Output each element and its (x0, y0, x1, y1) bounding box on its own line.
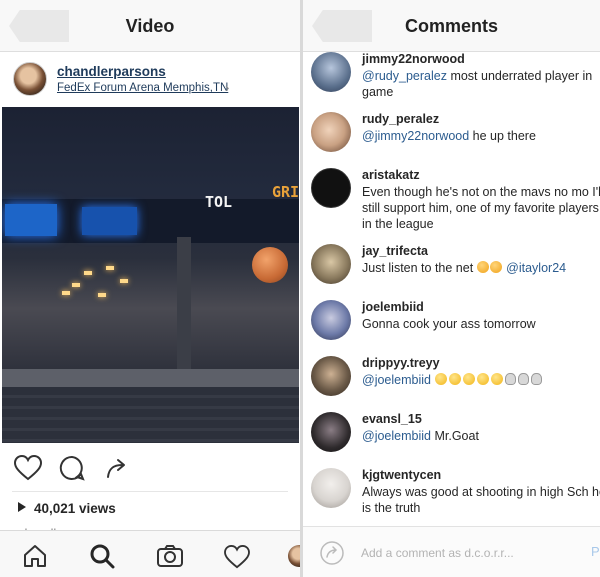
activity-heart-icon[interactable] (224, 545, 250, 569)
skull-emoji-icon (518, 373, 530, 385)
comment-item: joelembiid Gonna cook your ass tomorrow (303, 294, 600, 350)
nav-bar: Video (0, 0, 300, 52)
nav-bar: Comments (303, 0, 600, 52)
view-count: 40,021 views (18, 501, 116, 516)
basketball (252, 247, 288, 283)
post-actions (0, 448, 300, 488)
comment-item: drippyy.treyy @joelembiid (303, 350, 600, 406)
post-button[interactable]: P (591, 544, 600, 559)
mention-link[interactable]: @rudy_peralez (362, 69, 447, 83)
tab-bar (0, 530, 300, 577)
laughing-emoji-icon (463, 373, 476, 385)
camera-icon[interactable] (156, 544, 184, 568)
avatar[interactable] (311, 300, 351, 340)
comment-username[interactable]: drippyy.treyy (362, 356, 440, 370)
comment-item: jay_trifecta Just listen to the net @ita… (303, 238, 600, 294)
home-icon[interactable] (22, 544, 48, 568)
avatar[interactable] (13, 62, 47, 96)
laughing-emoji-icon (449, 373, 462, 385)
post-username[interactable]: chandlerparsons (57, 64, 166, 79)
chevron-right-icon: › (225, 80, 230, 95)
avatar[interactable] (311, 52, 351, 92)
comment-item: jimmy22norwood @rudy_peralez most underr… (303, 52, 600, 102)
comment-input[interactable]: Add a comment as d.c.o.r.r... (361, 546, 514, 560)
play-icon (18, 502, 26, 512)
comment-username[interactable]: rudy_peralez (362, 112, 439, 126)
mention-link[interactable]: @joelembiid (362, 373, 431, 387)
comment-icon[interactable] (59, 455, 85, 481)
share-icon[interactable] (106, 457, 128, 479)
video-player[interactable]: TOL GRI (2, 107, 299, 443)
comment-username[interactable]: joelembiid (362, 300, 424, 314)
comment-text: Even though he's not on the mavs no mo I… (362, 185, 600, 231)
comment-username[interactable]: jay_trifecta (362, 244, 428, 258)
comment-username[interactable]: aristakatz (362, 168, 420, 182)
scoreboard-screen (82, 207, 137, 235)
scoreboard-screen (5, 204, 57, 236)
comments-screen: Comments jimmy22norwood @rudy_peralez mo… (303, 0, 600, 577)
comment-username[interactable]: jimmy22norwood (362, 52, 465, 66)
heart-eyes-emoji-icon (489, 261, 502, 273)
comment-text: Gonna cook your ass tomorrow (362, 317, 536, 331)
screen-title: Video (125, 16, 175, 36)
scoreboard-text: GRI (272, 183, 299, 201)
avatar[interactable] (311, 356, 351, 396)
screen-title: Comments (404, 16, 498, 36)
search-icon[interactable] (89, 543, 115, 569)
comment-text: @rudy_peralez most underrated player in … (362, 69, 593, 99)
avatar[interactable] (311, 168, 351, 208)
avatar[interactable] (311, 412, 351, 452)
comment-text: @jimmy22norwood he up there (362, 129, 536, 143)
heart-icon[interactable] (14, 455, 42, 481)
avatar[interactable] (311, 244, 351, 284)
profile-avatar[interactable] (288, 545, 300, 567)
video-post-screen: Video chandlerparsons FedEx Forum Arena … (0, 0, 300, 577)
post-location[interactable]: FedEx Forum Arena Memphis,TN (57, 82, 228, 94)
comment-text: Always was good at shooting in high Sch … (362, 485, 600, 515)
comment-item: rudy_peralez @jimmy22norwood he up there (303, 106, 600, 162)
avatar[interactable] (311, 468, 351, 508)
comment-item: aristakatz Even though he's not on the m… (303, 162, 600, 232)
mention-link[interactable]: @jimmy22norwood (362, 129, 469, 143)
comment-item: kjgtwentycen Always was good at shooting… (303, 462, 600, 526)
comment-text: @joelembiid (362, 372, 600, 388)
skull-emoji-icon (531, 373, 543, 385)
laughing-emoji-icon (491, 373, 504, 385)
heart-eyes-emoji-icon (476, 261, 489, 273)
mention-link[interactable]: @joelembiid (362, 429, 431, 443)
post-header: chandlerparsons FedEx Forum Arena Memphi… (0, 53, 300, 105)
comment-text: Just listen to the net @itaylor24 (362, 261, 567, 275)
comment-text: @joelembiid Mr.Goat (362, 429, 479, 443)
comment-username[interactable]: evansl_15 (362, 412, 422, 426)
comment-input-bar: Add a comment as d.c.o.r.r... P (303, 526, 600, 577)
comment-username[interactable]: kjgtwentycen (362, 468, 441, 482)
skull-emoji-icon (505, 373, 517, 385)
share-arrow-icon[interactable] (319, 540, 345, 566)
comment-item: evansl_15 @joelembiid Mr.Goat (303, 406, 600, 462)
laughing-emoji-icon (477, 373, 490, 385)
avatar[interactable] (311, 112, 351, 152)
scoreboard-text: TOL (205, 193, 233, 211)
laughing-emoji-icon (435, 373, 448, 385)
comment-list[interactable]: jimmy22norwood @rudy_peralez most underr… (303, 52, 600, 526)
mention-link[interactable]: @itaylor24 (506, 261, 566, 275)
